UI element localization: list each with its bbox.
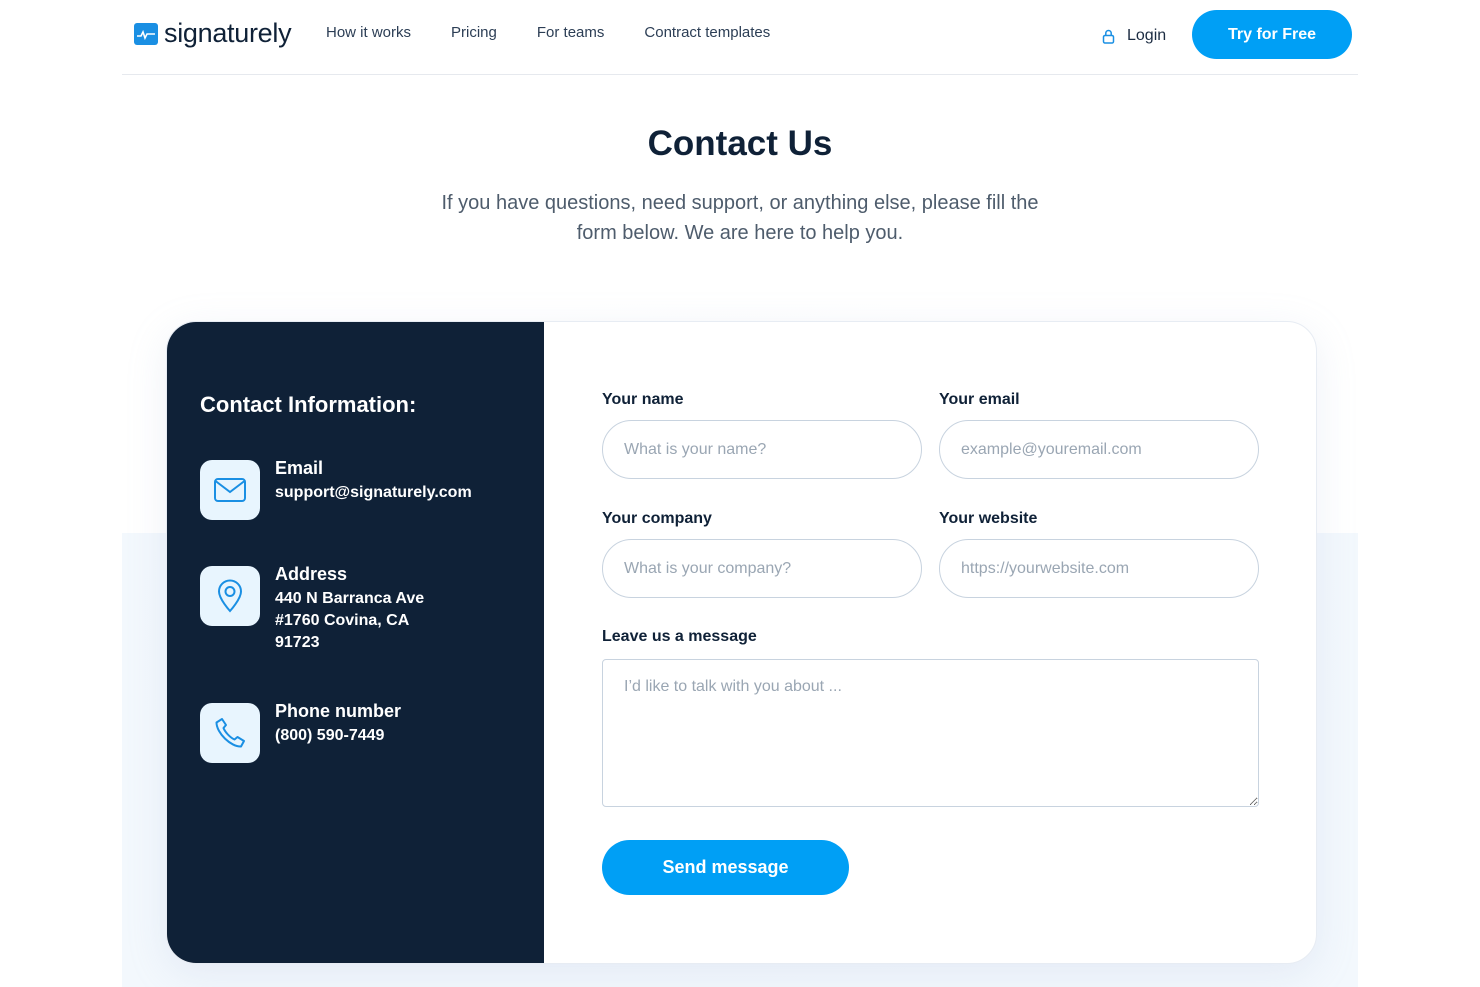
address-value: 440 N Barranca Ave #1760 Covina, CA 9172… (275, 590, 425, 651)
page-title: Contact Us (647, 124, 833, 163)
contact-email-item: Email support@signaturely.com (200, 458, 505, 520)
contact-info-title: Contact Information: (200, 392, 417, 417)
mail-icon (200, 460, 260, 520)
name-input[interactable] (602, 420, 922, 479)
website-input[interactable] (939, 539, 1259, 598)
message-label: Leave us a message (602, 628, 757, 645)
page-subtitle: If you have questions, need support, or … (441, 192, 1039, 244)
phone-icon (200, 703, 260, 763)
main-nav: How it works Pricing For teams Contract … (326, 24, 770, 41)
website-label: Your website (939, 510, 1038, 527)
email-field-label: Your email (939, 391, 1020, 408)
logo-text: signaturely (164, 18, 292, 48)
login-link[interactable]: Login (1102, 27, 1166, 45)
address-label: Address (275, 564, 348, 584)
email-input[interactable] (939, 420, 1259, 479)
contact-card: Contact Information: Email support@signa… (166, 321, 1317, 964)
location-pin-icon (200, 566, 260, 626)
phone-value[interactable]: (800) 590-7449 (275, 725, 455, 747)
name-label: Your name (602, 391, 684, 408)
site-header: signaturely How it works Pricing For tea… (122, 0, 1358, 75)
nav-how-it-works[interactable]: How it works (326, 24, 411, 41)
nav-contract-templates[interactable]: Contract templates (644, 24, 770, 41)
message-textarea[interactable] (602, 659, 1259, 807)
email-value[interactable]: support@signaturely.com (275, 482, 505, 504)
contact-address-item: Address 440 N Barranca Ave #1760 Covina,… (200, 564, 450, 654)
login-label: Login (1127, 27, 1167, 44)
try-for-free-button[interactable]: Try for Free (1192, 10, 1352, 59)
contact-phone-item: Phone number (800) 590-7449 (200, 701, 455, 763)
logo-icon (134, 22, 158, 45)
send-message-button[interactable]: Send message (602, 840, 849, 895)
phone-label: Phone number (275, 701, 402, 721)
nav-for-teams[interactable]: For teams (537, 24, 605, 41)
lock-icon (1102, 29, 1115, 44)
nav-pricing[interactable]: Pricing (451, 24, 497, 41)
email-label: Email (275, 458, 324, 478)
contact-form: Your name Your email Your company Your w… (602, 322, 1262, 963)
company-input[interactable] (602, 539, 922, 598)
contact-info-panel: Contact Information: Email support@signa… (167, 322, 544, 963)
company-label: Your company (602, 510, 712, 527)
logo[interactable]: signaturely (134, 18, 292, 49)
